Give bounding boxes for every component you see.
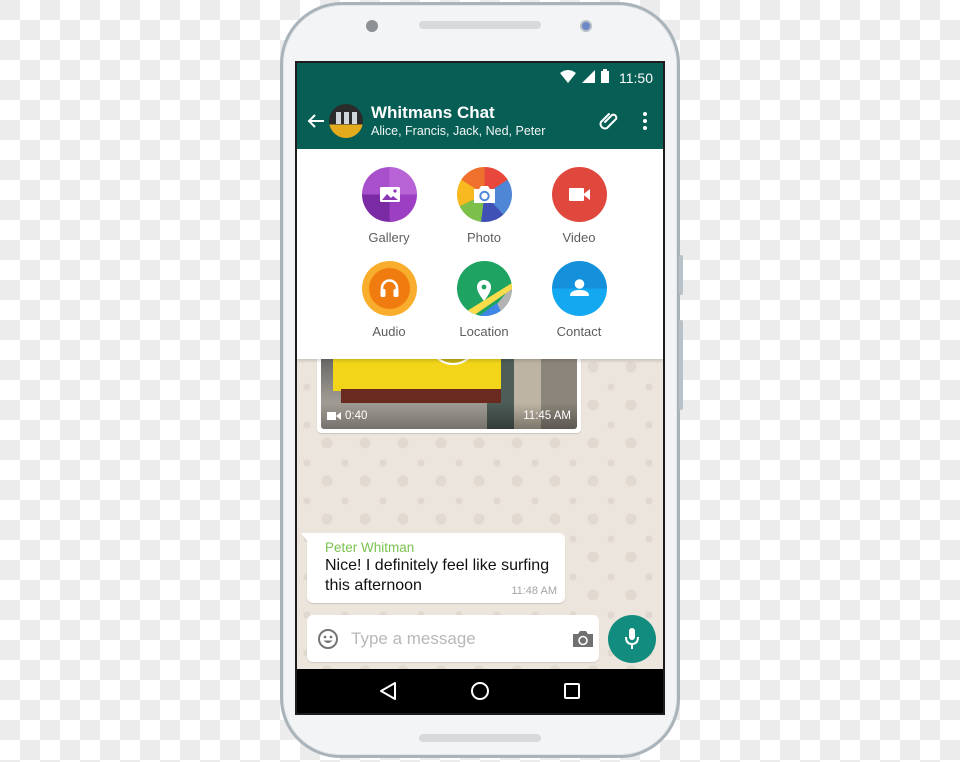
- attach-photo[interactable]: Photo: [444, 167, 524, 245]
- group-avatar[interactable]: [329, 103, 363, 138]
- wifi-icon: [560, 69, 576, 86]
- headphones-icon: [380, 279, 398, 297]
- earpiece-speaker: [419, 21, 541, 29]
- message-input[interactable]: [351, 628, 572, 649]
- message-text-line1: Nice! I definitely feel like surfing: [325, 557, 550, 574]
- attachment-menu: Gallery Photo Video Audio Location Conta…: [297, 149, 663, 359]
- microphone-icon: [625, 628, 639, 649]
- recents-square-icon: [564, 683, 580, 699]
- app-bar: Whitmans Chat Alice, Francis, Jack, Ned,…: [297, 92, 663, 149]
- attach-button[interactable]: [591, 101, 627, 141]
- camera-icon: [573, 630, 593, 647]
- front-camera: [580, 20, 592, 32]
- attach-location[interactable]: Location: [444, 261, 524, 339]
- attach-contact-label: Contact: [556, 324, 602, 339]
- navigation-bar: [297, 669, 663, 713]
- chat-title: Whitmans Chat: [371, 103, 495, 122]
- map-pin-icon: [466, 280, 512, 316]
- chat-participants: Alice, Francis, Jack, Ned, Peter: [371, 124, 546, 138]
- back-button[interactable]: [305, 110, 327, 132]
- video-duration: 0:40: [345, 410, 368, 422]
- back-triangle-icon: [380, 682, 396, 700]
- cellular-signal-icon: [582, 69, 595, 86]
- screen: 11:50 Whitmans Chat Alice, Francis, Jack…: [295, 61, 665, 715]
- attach-audio[interactable]: Audio: [349, 261, 429, 339]
- nav-recents-button[interactable]: [557, 676, 587, 706]
- phone-frame: 11:50 Whitmans Chat Alice, Francis, Jack…: [280, 2, 683, 758]
- message-sender: Peter Whitman: [325, 540, 415, 555]
- power-button: [679, 320, 683, 410]
- home-circle-icon: [471, 682, 489, 700]
- message-time: 11:48 AM: [511, 585, 557, 597]
- attach-location-label: Location: [459, 324, 509, 339]
- video-camera-icon: [568, 188, 590, 201]
- camera-icon: [473, 186, 495, 203]
- more-options-button[interactable]: [627, 101, 663, 141]
- camera-button[interactable]: [572, 630, 594, 648]
- volume-button: [679, 255, 683, 295]
- paperclip-icon: [599, 112, 618, 129]
- bottom-speaker: [419, 734, 541, 742]
- gallery-icon: [379, 187, 400, 202]
- chat-header[interactable]: Whitmans Chat Alice, Francis, Jack, Ned,…: [371, 102, 591, 139]
- status-time: 11:50: [619, 69, 653, 86]
- attach-audio-label: Audio: [372, 324, 406, 339]
- video-camera-icon: [327, 412, 341, 420]
- attach-gallery-label: Gallery: [368, 230, 410, 245]
- video-meta: 0:40 11:45 AM: [321, 403, 577, 429]
- attach-contact[interactable]: Contact: [539, 261, 619, 339]
- attach-gallery[interactable]: Gallery: [349, 167, 429, 245]
- person-icon: [569, 279, 589, 296]
- video-time: 11:45 AM: [523, 410, 571, 422]
- status-bar: 11:50: [297, 63, 663, 92]
- attach-video[interactable]: Video: [539, 167, 619, 245]
- smiley-icon: [318, 628, 338, 649]
- nav-back-button[interactable]: [373, 676, 403, 706]
- more-vertical-icon: [643, 111, 647, 130]
- text-message[interactable]: Peter Whitman Nice! I definitely feel li…: [301, 533, 565, 603]
- emoji-button[interactable]: [317, 628, 339, 650]
- nav-home-button[interactable]: [465, 676, 495, 706]
- proximity-sensor: [366, 20, 378, 32]
- battery-icon: [601, 69, 609, 86]
- attach-photo-label: Photo: [467, 230, 501, 245]
- attach-video-label: Video: [562, 230, 596, 245]
- voice-record-button[interactable]: [608, 615, 656, 663]
- arrow-left-icon: [307, 113, 324, 128]
- message-composer: [307, 615, 599, 662]
